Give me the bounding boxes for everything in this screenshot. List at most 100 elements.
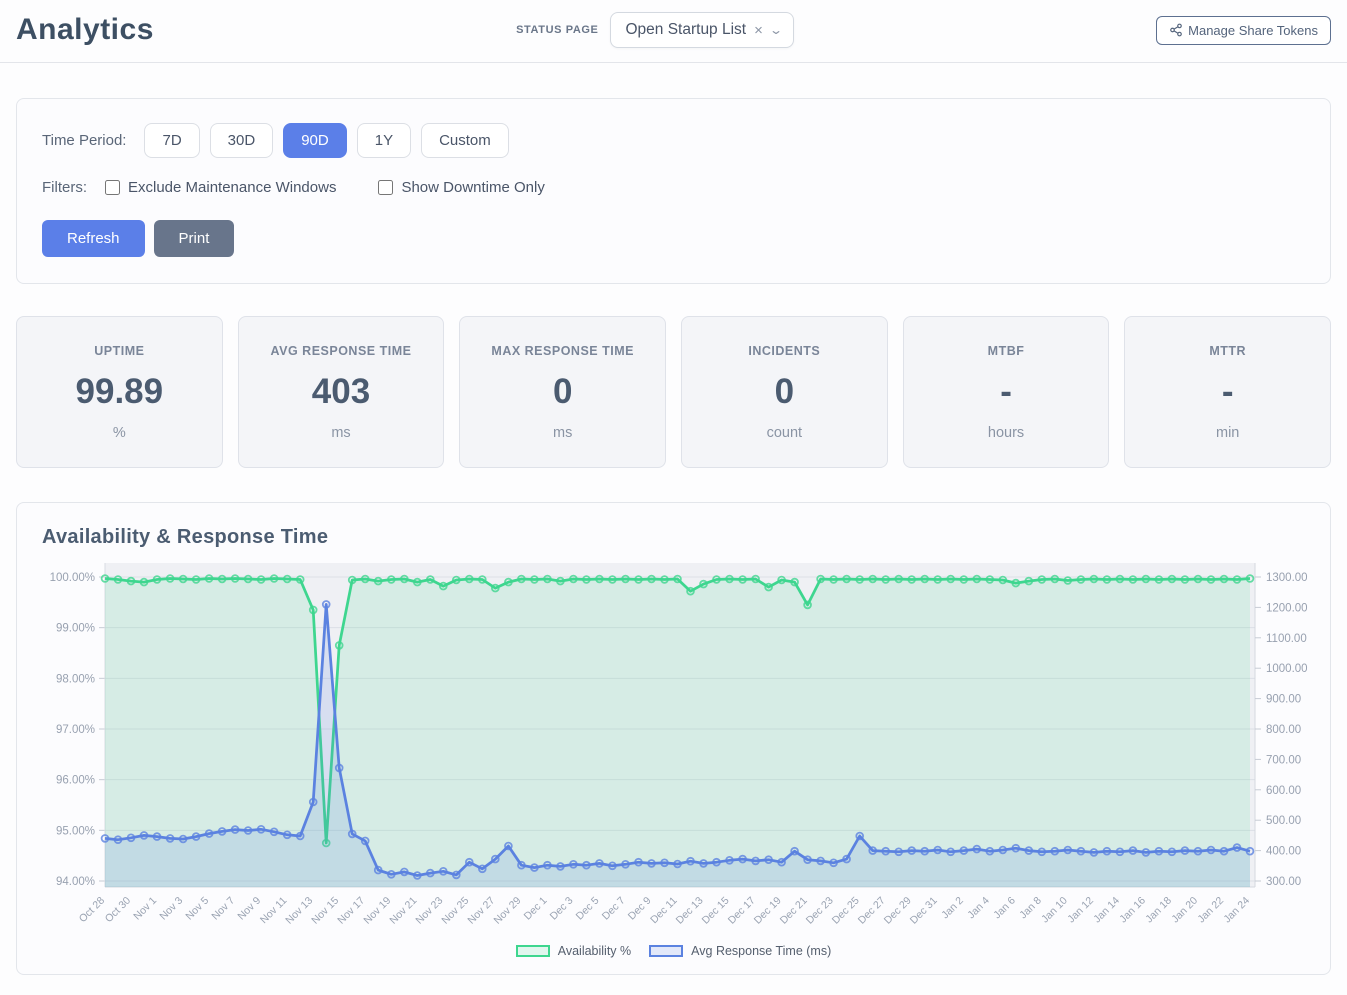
checkbox-label: Exclude Maintenance Windows <box>128 179 336 196</box>
metric-card-uptime: UPTIME 99.89% <box>16 316 223 468</box>
right-axis-tick-label: 1100.00 <box>1266 633 1307 645</box>
time-period-button-1y[interactable]: 1Y <box>357 123 411 158</box>
metrics-row: UPTIME99.89%AVG RESPONSE TIME403msMAX RE… <box>16 316 1331 468</box>
legend-swatch <box>516 945 550 957</box>
x-axis-tick-label: Nov 15 <box>309 895 341 927</box>
x-axis-tick-label: Nov 5 <box>183 895 211 923</box>
metric-unit: ms <box>468 425 657 441</box>
x-axis-tick-label: Nov 23 <box>413 895 445 927</box>
metric-unit: % <box>25 425 214 441</box>
manage-share-tokens-label: Manage Share Tokens <box>1188 23 1318 38</box>
metric-unit: min <box>1133 425 1322 441</box>
time-period-button-90d[interactable]: 90D <box>283 123 347 158</box>
page-title: Analytics <box>16 13 154 47</box>
x-axis-tick-label: Dec 17 <box>726 895 758 927</box>
legend-swatch <box>649 945 683 957</box>
status-page-select[interactable]: Open Startup List × ⌄ <box>610 12 793 48</box>
right-axis-tick-label: 600.00 <box>1266 785 1301 797</box>
metric-label: MTBF <box>912 344 1101 358</box>
x-axis-tick-label: Dec 21 <box>778 895 810 927</box>
status-page-selector-group: STATUS PAGE Open Startup List × ⌄ <box>154 12 1156 48</box>
refresh-button[interactable]: Refresh <box>42 220 145 257</box>
x-axis-tick-label: Jan 16 <box>1117 895 1148 926</box>
time-period-button-group: 7D 30D 90D 1Y Custom <box>144 123 508 158</box>
metric-card-max-response-time: MAX RESPONSE TIME 0 ms <box>459 316 666 468</box>
x-axis-tick-label: Jan 2 <box>939 895 966 922</box>
left-axis-tick-label: 98.00% <box>56 673 95 685</box>
metric-label: INCIDENTS <box>690 344 879 358</box>
chart-legend: Availability % Avg Response Time (ms) <box>17 944 1330 958</box>
left-axis-tick-label: 97.00% <box>56 724 95 736</box>
filter-checkbox-group: Exclude Maintenance Windows Show Downtime… <box>105 179 587 196</box>
left-axis-tick-label: 100.00% <box>50 572 95 584</box>
clear-selection-icon[interactable]: × <box>754 23 763 38</box>
filter-checkbox-item-show-downtime-only[interactable]: Show Downtime Only <box>378 179 544 196</box>
metric-unit: count <box>690 425 879 441</box>
right-axis-tick-label: 700.00 <box>1266 754 1301 766</box>
metric-label: MAX RESPONSE TIME <box>468 344 657 358</box>
left-axis-tick-label: 95.00% <box>56 825 95 837</box>
right-axis-tick-label: 900.00 <box>1266 694 1301 706</box>
left-axis-tick-label: 99.00% <box>56 623 95 635</box>
right-axis-tick-label: 1000.00 <box>1266 663 1308 675</box>
metric-value: 0 <box>468 372 657 412</box>
x-axis-tick-label: Oct 28 <box>77 895 107 925</box>
x-axis-tick-label: Jan 4 <box>965 895 992 922</box>
metric-unit: ms <box>247 425 436 441</box>
right-axis-tick-label: 1300.00 <box>1266 572 1308 584</box>
availability-chart-canvas[interactable]: 100.00% 99.00% 98.00% 97.00% 96.00% 95.00% 94.… <box>17 555 1331 937</box>
legend-label: Avg Response Time (ms) <box>691 944 831 958</box>
left-axis-tick-label: 94.00% <box>56 876 95 888</box>
x-axis-tick-label: Dec 15 <box>700 895 732 927</box>
chevron-down-icon[interactable]: ⌄ <box>769 24 783 36</box>
x-axis-tick-label: Nov 27 <box>465 895 497 927</box>
x-axis-tick-label: Dec 19 <box>752 895 784 927</box>
x-axis-tick-label: Oct 30 <box>103 895 133 925</box>
x-axis-tick-label: Dec 3 <box>548 895 576 923</box>
x-axis-tick-label: Nov 7 <box>209 895 237 923</box>
left-axis-tick-label: 96.00% <box>56 775 95 787</box>
time-period-row: Time Period: 7D30D90D1YCustom <box>42 123 1305 158</box>
x-axis-tick-label: Jan 22 <box>1195 895 1226 926</box>
x-axis-tick-label: Dec 11 <box>648 895 680 927</box>
time-period-button-30d[interactable]: 30D <box>210 123 274 158</box>
x-axis-tick-label: Dec 1 <box>522 895 550 923</box>
filter-checkbox-item-exclude-maintenance-windows[interactable]: Exclude Maintenance Windows <box>105 179 336 196</box>
x-axis-tick-label: Jan 12 <box>1065 895 1096 926</box>
x-axis-tick-label: Nov 11 <box>258 895 290 927</box>
print-button[interactable]: Print <box>154 220 235 257</box>
x-axis-tick-label: Dec 7 <box>600 895 628 923</box>
right-axis-tick-label: 400.00 <box>1266 846 1301 858</box>
right-axis-tick-label: 1200.00 <box>1266 602 1308 614</box>
checkbox-show-downtime-only[interactable] <box>378 180 393 195</box>
x-axis-tick-label: Jan 18 <box>1143 895 1174 926</box>
x-axis-tick-label: Nov 1 <box>131 895 159 923</box>
right-axis-tick-label: 300.00 <box>1266 876 1301 888</box>
right-axis-tick-label: 500.00 <box>1266 815 1301 827</box>
x-axis-tick-label: Dec 5 <box>574 895 602 923</box>
x-axis-tick-label: Nov 25 <box>439 895 471 927</box>
manage-share-tokens-button[interactable]: Manage Share Tokens <box>1156 16 1331 45</box>
x-axis-tick-label: Nov 3 <box>157 895 185 923</box>
metric-label: AVG RESPONSE TIME <box>247 344 436 358</box>
metric-value: - <box>1133 372 1322 412</box>
metric-label: MTTR <box>1133 344 1322 358</box>
x-axis-tick-label: Dec 23 <box>804 895 836 927</box>
right-axis-tick-label: 800.00 <box>1266 724 1301 736</box>
legend-item-availability[interactable]: Availability % <box>516 944 631 958</box>
status-page-label: STATUS PAGE <box>516 24 598 36</box>
metric-value: 99.89 <box>25 372 214 412</box>
time-period-button-custom[interactable]: Custom <box>421 123 509 158</box>
time-period-button-7d[interactable]: 7D <box>144 123 199 158</box>
metric-label: UPTIME <box>25 344 214 358</box>
x-axis-tick-label: Dec 31 <box>908 895 940 927</box>
checkbox-exclude-maintenance-windows[interactable] <box>105 180 120 195</box>
legend-item-avg-response-time-ms[interactable]: Avg Response Time (ms) <box>649 944 831 958</box>
metric-value: - <box>912 372 1101 412</box>
x-axis-tick-label: Nov 29 <box>492 895 524 927</box>
x-axis-tick-label: Jan 14 <box>1091 895 1122 926</box>
metric-card-incidents: INCIDENTS0count <box>681 316 888 468</box>
x-axis-tick-label: Nov 19 <box>361 895 393 927</box>
x-axis-tick-label: Nov 17 <box>335 895 367 927</box>
filters-row: Filters: Exclude Maintenance WindowsShow… <box>42 179 1305 196</box>
